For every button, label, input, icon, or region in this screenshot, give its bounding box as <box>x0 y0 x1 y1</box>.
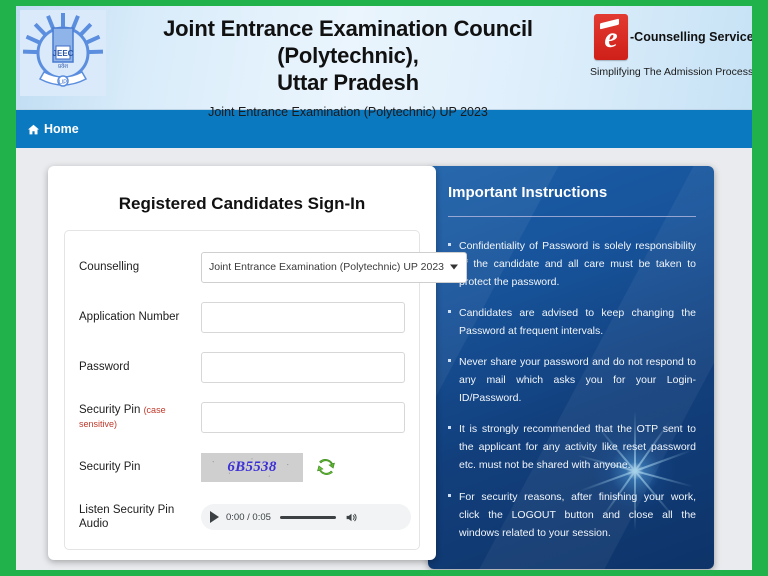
volume-icon[interactable] <box>345 511 358 524</box>
security-pin-input-label-text: Security Pin <box>79 403 141 416</box>
instructions-list: Confidentiality of Password is solely re… <box>448 237 696 542</box>
instruction-item: For security reasons, after finishing yo… <box>448 488 696 542</box>
counselling-services-logo-icon: e <box>594 14 628 60</box>
refresh-captcha-icon[interactable] <box>315 456 337 478</box>
nav-item-home-label: Home <box>44 122 79 136</box>
security-pin-captcha-label: Security Pin <box>79 460 141 473</box>
content-area: Registered Candidates Sign-In Counsellin… <box>16 148 752 569</box>
application-number-label: Application Number <box>79 310 180 323</box>
captcha-row: 6B5538 <box>201 452 405 482</box>
form-row-security-pin-input: Security Pin (case sensitive) <box>79 401 405 433</box>
brand-name: -Counselling Services <box>630 30 752 44</box>
form-row-application-number: Application Number <box>79 301 405 333</box>
signin-heading: Registered Candidates Sign-In <box>118 194 366 213</box>
jeecup-emblem-logo: JEEC UP प्रवेश <box>20 10 106 96</box>
svg-text:JEEC: JEEC <box>53 49 74 58</box>
instruction-item: Never share your password and do not res… <box>448 353 696 407</box>
instruction-item: Candidates are advised to keep changing … <box>448 304 696 340</box>
brand-row: e -Counselling Services <box>590 14 752 60</box>
security-pin-input-label: Security Pin (case sensitive) <box>79 403 201 432</box>
signin-card: Registered Candidates Sign-In Counsellin… <box>48 166 468 560</box>
page-subtitle: Joint Entrance Examination (Polytechnic)… <box>208 105 488 120</box>
instruction-item: It is strongly recommended that the OTP … <box>448 420 696 474</box>
svg-text:प्रवेश: प्रवेश <box>58 63 68 70</box>
page-title-line-2: Uttar Pradesh <box>277 69 419 95</box>
instructions-heading: Important Instructions <box>448 184 608 201</box>
chevron-down-icon <box>450 264 459 270</box>
page-frame: JEEC UP प्रवेश Joint Entrance Examinatio… <box>0 0 768 576</box>
home-icon <box>28 124 39 135</box>
application-number-input[interactable] <box>201 301 405 333</box>
audio-progress-track[interactable] <box>279 515 336 519</box>
form-row-password: Password <box>79 351 405 383</box>
counselling-select-value: Joint Entrance Examination (Polytechnic)… <box>209 261 445 273</box>
brand-letter-e: e <box>604 21 618 54</box>
form-row-audio: Listen Security Pin Audio 0:00 / 0:05 <box>79 501 411 533</box>
password-label: Password <box>79 360 130 373</box>
instructions-divider <box>448 216 696 217</box>
form-row-security-pin-captcha: Security Pin 6B5538 <box>79 451 405 483</box>
brand-tagline: Simplifying The Admission Process <box>590 66 752 78</box>
play-icon[interactable] <box>210 511 219 523</box>
signin-form: Counselling Joint Entrance Examination (… <box>64 230 468 550</box>
site-header: JEEC UP प्रवेश Joint Entrance Examinatio… <box>16 6 752 119</box>
page-title: Joint Entrance Examination Council (Poly… <box>106 16 590 96</box>
form-row-counselling: Counselling Joint Entrance Examination (… <box>79 251 468 283</box>
captcha-text: 6B5538 <box>227 458 277 475</box>
nav-item-home[interactable]: Home <box>28 122 79 136</box>
captcha-image: 6B5538 <box>201 452 303 482</box>
audio-time-display: 0:00 / 0:05 <box>226 511 271 523</box>
svg-text:UP: UP <box>59 80 67 86</box>
security-pin-input[interactable] <box>201 401 405 433</box>
counselling-label: Counselling <box>79 260 140 273</box>
page-body: JEEC UP प्रवेश Joint Entrance Examinatio… <box>16 6 752 570</box>
important-instructions-panel: Important Instructions Confidentiality o… <box>428 166 714 569</box>
password-input[interactable] <box>201 351 405 383</box>
instruction-item: Confidentiality of Password is solely re… <box>448 237 696 291</box>
brand-block: e -Counselling Services Simplifying The … <box>590 6 752 78</box>
page-title-line-1: Joint Entrance Examination Council (Poly… <box>163 16 533 68</box>
counselling-select[interactable]: Joint Entrance Examination (Polytechnic)… <box>201 251 468 283</box>
header-title-block: Joint Entrance Examination Council (Poly… <box>106 6 590 119</box>
security-pin-audio-player[interactable]: 0:00 / 0:05 <box>201 504 411 530</box>
audio-label: Listen Security Pin Audio <box>79 503 175 530</box>
